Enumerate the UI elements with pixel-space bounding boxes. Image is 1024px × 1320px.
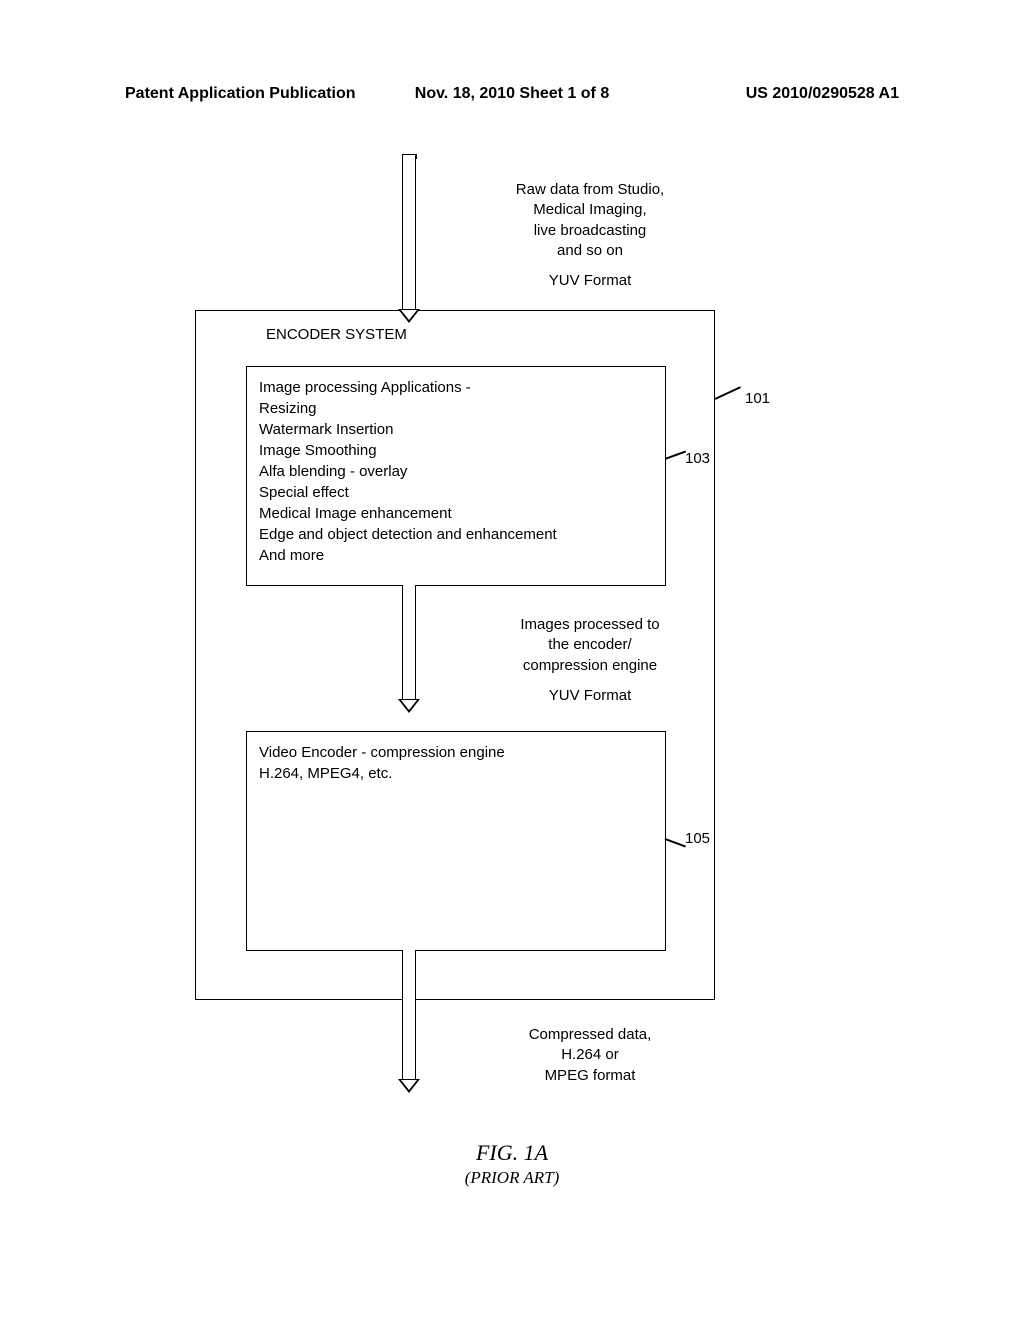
figure-number: FIG. 1A [0,1140,1024,1166]
leader-line-101 [715,386,741,399]
figure-caption: FIG. 1A (PRIOR ART) [0,1140,1024,1188]
input-label-line: YUV Format [495,271,685,291]
ref-103: 103 [685,450,710,467]
header-right: US 2010/0290528 A1 [641,85,899,103]
box103-line: Alfa blending - overlay [259,461,653,482]
box103-line: Special effect [259,482,653,503]
out-label-line: Compressed data, [495,1025,685,1045]
input-label-line: Medical Imaging, [495,200,685,220]
out-label-line: MPEG format [495,1066,685,1086]
box103-line: Resizing [259,398,653,419]
input-label: Raw data from Studio, Medical Imaging, l… [495,180,685,291]
output-label: Compressed data, H.264 or MPEG format [495,1025,685,1086]
encoder-title: ENCODER SYSTEM [266,326,407,343]
ref-101: 101 [745,390,770,407]
input-label-line: Raw data from Studio, [495,180,685,200]
video-encoder-box: Video Encoder - compression engine H.264… [246,731,666,951]
box103-line: Watermark Insertion [259,419,653,440]
input-label-line: live broadcasting [495,221,685,241]
ref-105: 105 [685,830,710,847]
header-left: Patent Application Publication [125,85,383,103]
box103-line: Edge and object detection and enhancemen… [259,524,653,545]
box105-line: Video Encoder - compression engine [259,742,653,763]
box103-line: Image Smoothing [259,440,653,461]
mid-label-line: compression engine [495,656,685,676]
figure-subtitle: (PRIOR ART) [0,1168,1024,1188]
arrow-output [402,950,416,1080]
image-processing-box: Image processing Applications - Resizing… [246,366,666,586]
mid-label-line: YUV Format [495,686,685,706]
arrow-input [402,155,416,310]
box103-line: And more [259,545,653,566]
box103-line: Image processing Applications - [259,377,653,398]
page-header: Patent Application Publication Nov. 18, … [0,85,1024,103]
mid-label-line: Images processed to [495,615,685,635]
box103-line: Medical Image enhancement [259,503,653,524]
mid-label-line: the encoder/ [495,635,685,655]
header-center: Nov. 18, 2010 Sheet 1 of 8 [383,85,641,103]
mid-label: Images processed to the encoder/ compres… [495,615,685,706]
input-label-line: and so on [495,241,685,261]
box105-line: H.264, MPEG4, etc. [259,763,653,784]
arrow-mid [402,585,416,700]
out-label-line: H.264 or [495,1045,685,1065]
